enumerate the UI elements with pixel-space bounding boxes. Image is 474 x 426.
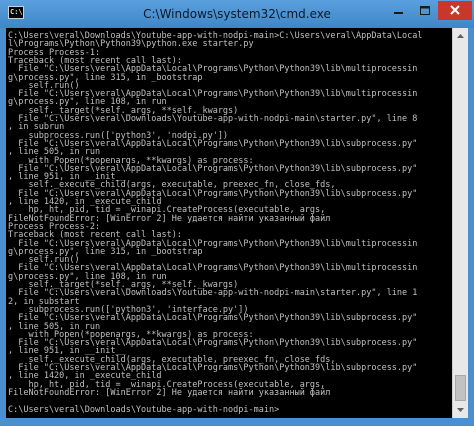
console-line: C:\Users\veral\Downloads\Youtube-app-wit… <box>8 404 280 415</box>
scroll-down-button[interactable] <box>453 402 468 418</box>
console-line: FileNotFoundError: [WinError 2] Не удает… <box>8 387 331 398</box>
close-button[interactable] <box>438 1 472 20</box>
console-line: File "C:\Users\veral\Downloads\Youtube-a… <box>8 114 418 124</box>
minimize-button[interactable] <box>385 1 412 20</box>
minimize-icon <box>394 12 403 14</box>
arrow-down-icon <box>457 408 464 412</box>
cmd-window: C:\ C:\Windows\system32\cmd.exe C:\Users… <box>0 0 474 426</box>
maximize-button[interactable] <box>412 1 438 20</box>
console-output[interactable]: C:\Users\veral\Downloads\Youtube-app-wit… <box>6 28 452 418</box>
arrow-up-icon <box>457 34 464 38</box>
title-bar[interactable]: C:\ C:\Windows\system32\cmd.exe <box>0 0 474 28</box>
close-icon <box>450 5 460 15</box>
scroll-up-button[interactable] <box>453 28 468 44</box>
scrollbar-thumb[interactable] <box>455 375 466 401</box>
maximize-icon <box>420 6 430 15</box>
window-bottom-border <box>0 418 474 426</box>
vertical-scrollbar[interactable] <box>452 28 468 418</box>
